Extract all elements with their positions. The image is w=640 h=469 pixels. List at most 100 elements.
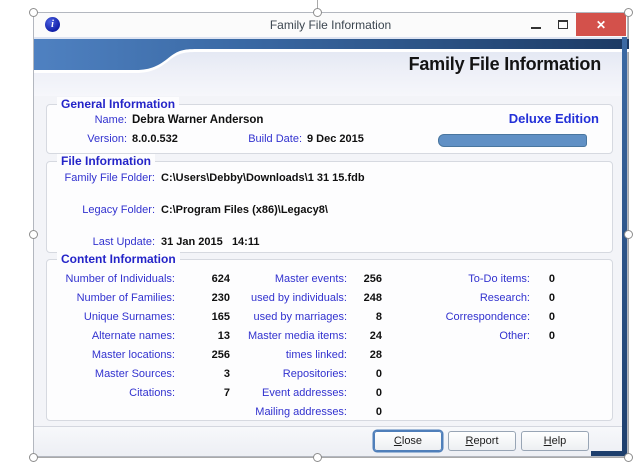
selection-handle-top-left[interactable] xyxy=(29,8,38,17)
selection-handle-bottom-center[interactable] xyxy=(313,453,322,462)
stat-row: Number of Individuals: 624 xyxy=(55,273,230,292)
content-column-1: Number of Individuals: 624 Number of Fami… xyxy=(55,273,230,406)
stat-label: To-Do items: xyxy=(468,273,530,285)
stat-value: 0 xyxy=(375,368,382,380)
last-update-row: Last Update: 31 Jan 2015 14:11 xyxy=(55,236,260,248)
content-column-3: To-Do items: 0 Research: 0 Correspondence:… xyxy=(380,273,555,349)
close-window-button[interactable]: ✕ xyxy=(576,13,626,36)
stat-value: 0 xyxy=(375,406,382,418)
selection-handle-bottom-left[interactable] xyxy=(29,453,38,462)
build-date-label: Build Date: xyxy=(248,133,302,145)
legacy-folder-value: C:\Program Files (x86)\Legacy8\ xyxy=(161,204,328,216)
stat-value: 0 xyxy=(548,311,555,323)
stat-label: Event addresses: xyxy=(262,387,347,399)
stat-value: 248 xyxy=(363,292,382,304)
close-button-mnemonic: C xyxy=(393,435,402,447)
stat-label: Other: xyxy=(499,330,530,342)
stat-value: 8 xyxy=(375,311,382,323)
stat-label: Mailing addresses: xyxy=(255,406,347,418)
footer-bar: Close Report Help xyxy=(34,426,622,456)
window-right-border xyxy=(622,37,627,456)
stat-value: 256 xyxy=(363,273,382,285)
stat-row: Alternate names: 13 xyxy=(55,330,230,349)
name-label: Name: xyxy=(94,114,127,126)
stat-value: 28 xyxy=(369,349,382,361)
close-icon: ✕ xyxy=(595,17,607,32)
maximize-button[interactable] xyxy=(549,13,576,36)
header-banner: Family File Information xyxy=(34,37,629,96)
close-button[interactable]: Close xyxy=(374,431,442,451)
last-update-value: 31 Jan 2015 14:11 xyxy=(161,236,260,248)
family-file-folder-label: Family File Folder: xyxy=(64,172,155,184)
stat-label: Master media items: xyxy=(247,330,347,342)
document-canvas: i Family File Information ✕ Family File … xyxy=(0,0,640,469)
content-information-title: Content Information xyxy=(57,252,180,266)
title-bar[interactable]: i Family File Information ✕ xyxy=(34,13,627,37)
legacy-folder-row: Legacy Folder: C:\Program Files (x86)\Le… xyxy=(55,204,328,216)
stat-value: 0 xyxy=(548,273,555,285)
content-information-group: Content Information Number of Individual… xyxy=(46,252,613,421)
selection-handle-top-center[interactable] xyxy=(313,8,322,17)
stat-label: Master events: xyxy=(274,273,347,285)
family-file-folder-value: C:\Users\Debby\Downloads\1 31 15.fdb xyxy=(161,172,365,184)
stat-label: Master Sources: xyxy=(94,368,175,380)
stat-row: Master locations: 256 xyxy=(55,349,230,368)
version-value: 8.0.0.532 xyxy=(132,133,178,145)
stat-row: Event addresses: 0 xyxy=(217,387,382,406)
stat-value: 0 xyxy=(375,387,382,399)
stat-label: used by individuals: xyxy=(250,292,347,304)
stat-value: 0 xyxy=(548,330,555,342)
stat-label: used by marriages: xyxy=(253,311,347,323)
stat-row: Master Sources: 3 xyxy=(55,368,230,387)
stat-row: Master events: 256 xyxy=(217,273,382,292)
family-file-folder-row: Family File Folder: C:\Users\Debby\Downl… xyxy=(55,172,365,184)
stat-label: Unique Surnames: xyxy=(83,311,175,323)
window-bottom-border xyxy=(591,451,627,456)
file-information-title: File Information xyxy=(57,154,155,168)
stat-value: 0 xyxy=(548,292,555,304)
name-value: Debra Warner Anderson xyxy=(132,114,264,126)
file-information-group: File Information Family File Folder: C:\… xyxy=(46,154,613,253)
close-button-label: lose xyxy=(401,435,423,447)
minimize-button[interactable] xyxy=(522,13,549,36)
stat-label: Master locations: xyxy=(91,349,175,361)
help-button-mnemonic: H xyxy=(543,435,552,447)
stat-row: times linked: 28 xyxy=(217,349,382,368)
stat-label: Number of Individuals: xyxy=(65,273,175,285)
stat-value: 24 xyxy=(369,330,382,342)
stat-label: Alternate names: xyxy=(91,330,175,342)
stat-row: Repositories: 0 xyxy=(217,368,382,387)
stat-row: Research: 0 xyxy=(380,292,555,311)
report-button[interactable]: Report xyxy=(448,431,516,451)
stat-row: Other: 0 xyxy=(380,330,555,349)
selection-handle-bottom-right[interactable] xyxy=(624,453,633,462)
stat-row: To-Do items: 0 xyxy=(380,273,555,292)
stat-label: Research: xyxy=(479,292,530,304)
stat-label: Correspondence: xyxy=(445,311,530,323)
selection-handle-mid-left[interactable] xyxy=(29,230,38,239)
stat-row: Correspondence: 0 xyxy=(380,311,555,330)
stat-row: Master media items: 24 xyxy=(217,330,382,349)
minimize-icon xyxy=(530,27,541,29)
last-update-label: Last Update: xyxy=(92,236,155,248)
stat-row: Mailing addresses: 0 xyxy=(217,406,382,425)
selection-line-bottom xyxy=(33,457,628,458)
selection-handle-mid-right[interactable] xyxy=(624,230,633,239)
general-information-group: General Information Name: Debra Warner A… xyxy=(46,97,613,154)
general-information-title: General Information xyxy=(57,97,180,111)
version-label: Version: xyxy=(87,133,127,145)
stat-label: Number of Families: xyxy=(76,292,175,304)
version-row: Version: 8.0.0.532 Build Date: 9 Dec 201… xyxy=(55,133,364,145)
stat-label: Repositories: xyxy=(282,368,347,380)
family-file-information-window: i Family File Information ✕ Family File … xyxy=(33,12,629,457)
help-button[interactable]: Help xyxy=(521,431,589,451)
help-button-label: elp xyxy=(551,435,567,447)
page-title: Family File Information xyxy=(408,54,602,74)
stat-row: Citations: 7 xyxy=(55,387,230,406)
selection-handle-top-right[interactable] xyxy=(624,8,633,17)
stat-label: times linked: xyxy=(285,349,347,361)
stat-row: Number of Families: 230 xyxy=(55,292,230,311)
content-column-2: Master events: 256 used by individuals: 24… xyxy=(217,273,382,425)
name-row: Name: Debra Warner Anderson xyxy=(55,114,264,126)
legacy-folder-label: Legacy Folder: xyxy=(82,204,155,216)
